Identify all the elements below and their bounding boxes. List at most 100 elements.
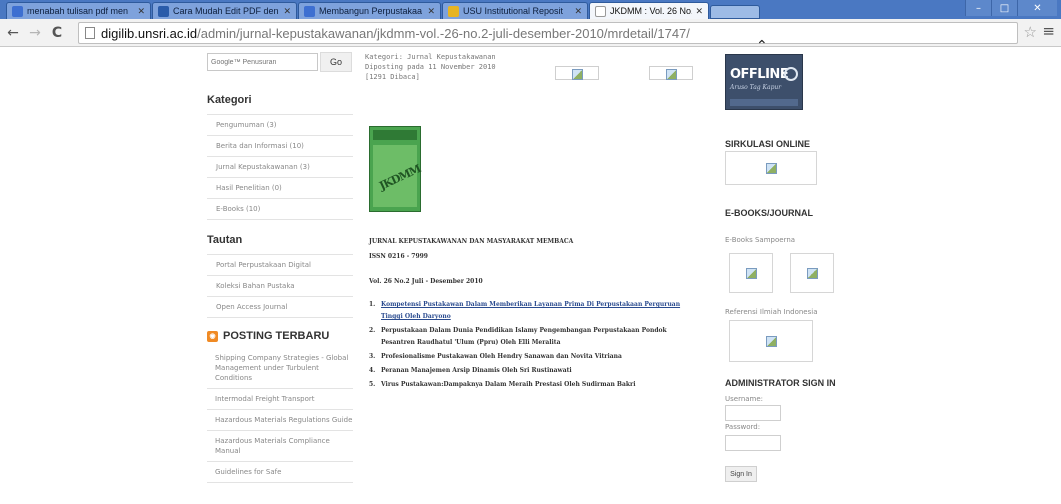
toc-item: 2. Perpustakaan Dalam Dunia Pendidikan I… bbox=[369, 325, 699, 349]
category-line: Kategori: Jurnal Kepustakawanan bbox=[365, 53, 496, 61]
toc-item[interactable]: 1. Kompetensi Pustakawan Dalam Memberika… bbox=[369, 299, 699, 323]
category-item[interactable]: Berita dan Informasi (10) bbox=[207, 136, 353, 157]
category-item[interactable]: Hasil Penelitian (0) bbox=[207, 178, 353, 199]
chevron-up-icon: ⌃ bbox=[756, 38, 768, 54]
tab-label: menabah tulisan pdf men bbox=[27, 6, 129, 16]
broken-image-icon bbox=[649, 66, 693, 80]
rss-icon: ◉ bbox=[207, 330, 218, 342]
password-field[interactable] bbox=[725, 435, 781, 451]
search-form: Go bbox=[207, 52, 353, 72]
toc-item: 4. Peranan Manajemen Arsip Dinamis Oleh … bbox=[369, 365, 699, 377]
username-field[interactable] bbox=[725, 405, 781, 421]
offline-word: OFFLINE bbox=[730, 67, 789, 82]
toc-title: Profesionalisme Pustakawan Oleh Hendry S… bbox=[381, 353, 622, 360]
toc-item: 3. Profesionalisme Pustakawan Oleh Hendr… bbox=[369, 351, 699, 363]
repository-icon bbox=[448, 5, 459, 17]
toc-link[interactable]: Kompetensi Pustakawan Dalam Memberikan L… bbox=[381, 299, 699, 323]
close-icon[interactable]: ✕ bbox=[283, 6, 291, 17]
maximize-icon[interactable]: □ bbox=[991, 0, 1017, 16]
page-icon bbox=[595, 5, 606, 17]
tab-3[interactable]: Membangun Perpustakaa ✕ bbox=[298, 2, 441, 19]
link-item[interactable]: Open Access Journal bbox=[207, 297, 353, 318]
page-icon bbox=[85, 27, 95, 39]
url-path: /admin/jurnal-kepustakawanan/jkdmm-vol.-… bbox=[197, 25, 690, 41]
journal-cover-image: JKDMM bbox=[369, 126, 422, 212]
close-window-icon[interactable]: ✕ bbox=[1017, 0, 1057, 16]
toc-title: Virus Pustakawan:Dampaknya Dalam Meraih … bbox=[381, 381, 636, 388]
broken-image-icon bbox=[555, 66, 599, 80]
document-icon bbox=[304, 5, 315, 17]
post-item[interactable]: Hazardous Materials Regulations Guide bbox=[207, 410, 353, 431]
posting-heading: ◉ POSTING TERBARU bbox=[207, 330, 353, 342]
page-content: Go Kategori Pengumuman (3) Berita dan In… bbox=[0, 38, 1061, 504]
close-icon[interactable]: ✕ bbox=[427, 6, 435, 17]
address-bar: ← → C digilib.unsri.ac.id/admin/jurnal-k… bbox=[0, 19, 1061, 47]
reload-icon[interactable]: C bbox=[48, 25, 66, 41]
posting-title: POSTING TERBARU bbox=[223, 330, 330, 342]
back-icon[interactable]: ← bbox=[4, 25, 22, 41]
ebook-image[interactable] bbox=[729, 253, 773, 293]
document-icon bbox=[158, 5, 169, 17]
forward-icon[interactable]: → bbox=[26, 25, 44, 41]
table-of-contents: 1. Kompetensi Pustakawan Dalam Memberika… bbox=[369, 299, 699, 391]
bookmark-star-icon[interactable]: ☆ bbox=[1024, 23, 1037, 41]
close-icon[interactable]: ✕ bbox=[574, 6, 582, 17]
search-input[interactable] bbox=[207, 53, 318, 71]
category-list: Pengumuman (3) Berita dan Informasi (10)… bbox=[207, 114, 353, 220]
ebook-image[interactable] bbox=[790, 253, 834, 293]
left-sidebar: Go Kategori Pengumuman (3) Berita dan In… bbox=[207, 48, 353, 483]
tab-2[interactable]: Cara Mudah Edit PDF den ✕ bbox=[152, 2, 297, 19]
menu-icon[interactable]: ≡ bbox=[1042, 22, 1055, 40]
close-icon[interactable]: ✕ bbox=[137, 6, 145, 17]
post-item[interactable]: Hazardous Materials Compliance Manual bbox=[207, 431, 353, 462]
post-item[interactable]: Intermodal Freight Transport bbox=[207, 389, 353, 410]
password-label: Password: bbox=[725, 423, 761, 431]
link-list: Portal Perpustakaan Digital Koleksi Baha… bbox=[207, 254, 353, 318]
toc-title: Peranan Manajemen Arsip Dinamis Oleh Sri… bbox=[381, 367, 572, 374]
journal-issn: ISSN 0216 - 7999 bbox=[369, 253, 428, 260]
tab-label: Cara Mudah Edit PDF den bbox=[173, 6, 279, 16]
go-button[interactable]: Go bbox=[320, 52, 352, 72]
article-column: Kategori: Jurnal Kepustakawanan Dipostin… bbox=[365, 48, 705, 388]
minimize-icon[interactable]: – bbox=[965, 0, 991, 16]
tab-bar: menabah tulisan pdf men ✕ Cara Mudah Edi… bbox=[0, 0, 1061, 19]
post-item[interactable]: Shipping Company Strategies - Global Man… bbox=[207, 348, 353, 389]
tab-1[interactable]: menabah tulisan pdf men ✕ bbox=[6, 2, 151, 19]
kategori-heading: Kategori bbox=[207, 94, 252, 106]
referensi-image[interactable] bbox=[729, 320, 813, 362]
tautan-heading: Tautan bbox=[207, 234, 243, 246]
offline-tagline: Aruso Tag Kapur bbox=[730, 84, 782, 91]
journal-info: JURNAL KEPUSTAKAWANAN DAN MASYARAKAT MEM… bbox=[369, 238, 699, 393]
toc-item: 5. Virus Pustakawan:Dampaknya Dalam Mera… bbox=[369, 379, 699, 391]
post-item[interactable]: Guidelines for Safe bbox=[207, 462, 353, 483]
tab-5-active[interactable]: JKDMM : Vol. 26 No.2 Juli ✕ bbox=[589, 2, 709, 19]
username-label: Username: bbox=[725, 395, 764, 403]
category-item[interactable]: Jurnal Kepustakawanan (3) bbox=[207, 157, 353, 178]
url-host: digilib.unsri.ac.id bbox=[101, 25, 198, 41]
journal-title: JURNAL KEPUSTAKAWANAN DAN MASYARAKAT MEM… bbox=[369, 238, 574, 245]
journal-volume: Vol. 26 No.2 Juli - Desember 2010 bbox=[369, 278, 483, 285]
ebooks-label: E-Books Sampoerna bbox=[725, 236, 796, 244]
tab-label: JKDMM : Vol. 26 No.2 Juli bbox=[610, 6, 692, 16]
close-icon[interactable]: ✕ bbox=[695, 6, 703, 17]
admin-heading: ADMINISTRATOR SIGN IN bbox=[725, 378, 836, 388]
offline-badge-icon bbox=[784, 67, 798, 81]
window-controls: – □ ✕ bbox=[965, 0, 1057, 16]
new-tab-button[interactable] bbox=[710, 5, 760, 19]
offline-banner-image: OFFLINE Aruso Tag Kapur bbox=[725, 54, 803, 110]
tab-4[interactable]: USU Institutional Reposit ✕ bbox=[442, 2, 588, 19]
sirkulasi-heading: SIRKULASI ONLINE bbox=[725, 139, 811, 149]
link-item[interactable]: Portal Perpustakaan Digital bbox=[207, 255, 353, 276]
tab-label: USU Institutional Reposit bbox=[463, 6, 564, 16]
sirkulasi-image[interactable] bbox=[725, 151, 817, 185]
referensi-label: Referensi Ilmiah Indonesia bbox=[725, 308, 818, 316]
sign-in-button[interactable]: Sign In bbox=[725, 466, 757, 482]
document-icon bbox=[12, 5, 23, 17]
ebooks-heading: E-BOOKS/JOURNAL bbox=[725, 208, 814, 218]
toc-title: Perpustakaan Dalam Dunia Pendidikan Isla… bbox=[381, 327, 667, 346]
category-item[interactable]: Pengumuman (3) bbox=[207, 115, 353, 136]
category-item[interactable]: E-Books (10) bbox=[207, 199, 353, 220]
url-input[interactable]: digilib.unsri.ac.id/admin/jurnal-kepusta… bbox=[78, 22, 1018, 44]
link-item[interactable]: Koleksi Bahan Pustaka bbox=[207, 276, 353, 297]
post-list: Shipping Company Strategies - Global Man… bbox=[207, 348, 353, 483]
